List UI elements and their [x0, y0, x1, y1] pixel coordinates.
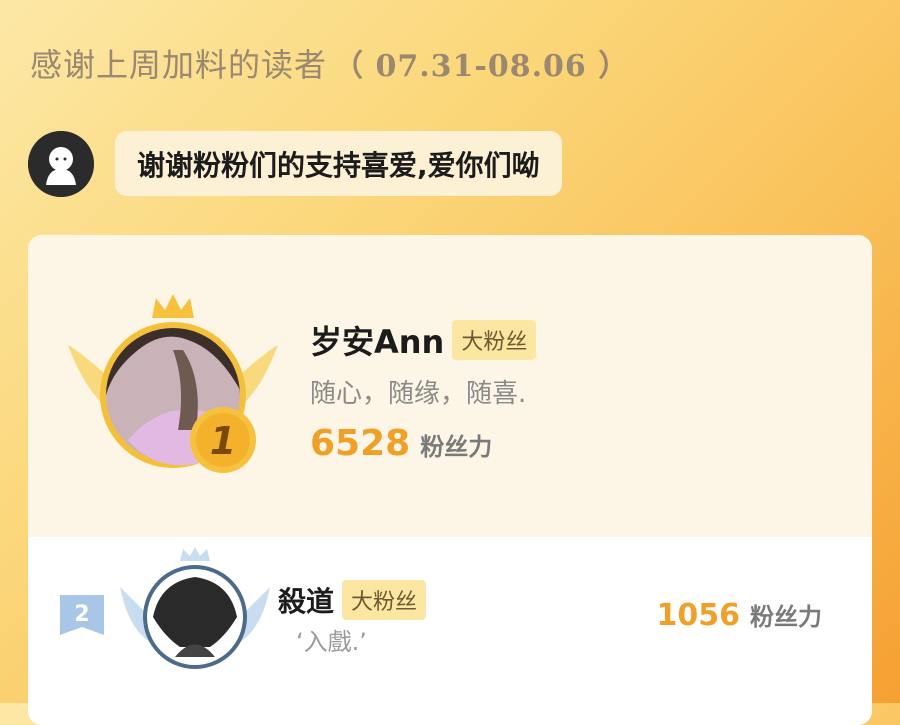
- rank-2-entry[interactable]: 2 殺道 大粉丝 ‘入戲.’ 1056 粉丝力: [28, 537, 872, 725]
- ghost-avatar-icon: [28, 131, 94, 197]
- rank-1-number: 1: [210, 419, 236, 463]
- rank-2-score-row: 1056 粉丝力: [657, 597, 823, 633]
- author-message-bubble: 谢谢粉粉们的支持喜爱,爱你们呦: [115, 131, 562, 196]
- page-title: 感谢上周加料的读者（ 07.31-08.06 ）: [30, 40, 629, 86]
- rank-1-fan-badge: 大粉丝: [452, 320, 537, 360]
- rank-1-entry[interactable]: 1 岁安Ann 大粉丝 随心，随缘，随喜. 6528 粉丝力: [28, 235, 872, 537]
- rank-1-score-label: 粉丝力: [420, 433, 493, 461]
- crown-icon: [152, 294, 194, 318]
- rank-1-score: 6528: [310, 423, 411, 464]
- rank-2-fan-badge: 大粉丝: [342, 580, 427, 620]
- rank-1-name[interactable]: 岁安Ann: [310, 317, 444, 363]
- crown-icon: [180, 547, 210, 561]
- rank-2-score: 1056: [656, 598, 741, 633]
- author-avatar[interactable]: [28, 131, 94, 197]
- rank-2-avatar-emblem[interactable]: [120, 547, 270, 677]
- rank-2-name-row: 殺道 大粉丝: [278, 580, 427, 620]
- leaderboard-card: 1 岁安Ann 大粉丝 随心，随缘，随喜. 6528 粉丝力 2 殺道 大粉丝 …: [28, 235, 872, 725]
- rank-2-motto: ‘入戲.’: [296, 628, 367, 656]
- page-title-text: 感谢上周加料的读者: [30, 46, 328, 84]
- rank-1-avatar-emblem[interactable]: 1: [68, 290, 278, 480]
- rank-2-badge-icon: 2: [60, 595, 104, 635]
- rank-2-score-label: 粉丝力: [750, 603, 822, 631]
- date-range: （ 07.31-08.06 ）: [333, 49, 630, 84]
- rank-2-number: 2: [74, 602, 89, 627]
- rank-2-name[interactable]: 殺道: [278, 580, 334, 620]
- author-message: 谢谢粉粉们的支持喜爱,爱你们呦: [137, 148, 540, 182]
- rank-1-score-row: 6528 粉丝力: [310, 423, 492, 464]
- rank-1-motto: 随心，随缘，随喜.: [310, 379, 527, 409]
- rank-1-name-row: 岁安Ann 大粉丝: [310, 317, 537, 363]
